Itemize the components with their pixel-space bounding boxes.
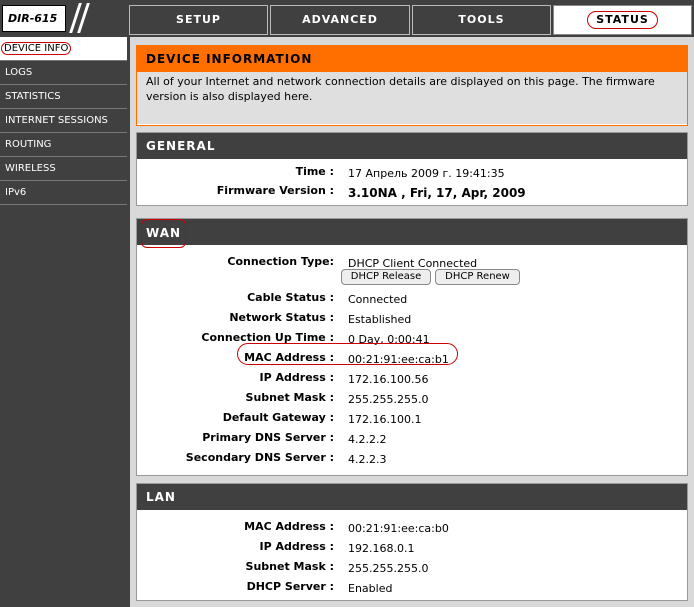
top-bar: DIR-615 SETUP ADVANCED TOOLS STATUS [0, 0, 694, 37]
lan-ip-value: 192.168.0.1 [348, 542, 415, 555]
lan-subnet-value: 255.255.255.0 [348, 562, 429, 575]
general-panel: GENERAL Time : 17 Апрель 2009 г. 19:41:3… [136, 132, 688, 206]
secondary-dns-value: 4.2.2.3 [348, 453, 387, 466]
lan-row: MAC Address : 00:21:91:ee:ca:b0 [137, 520, 689, 540]
primary-dns-value: 4.2.2.2 [348, 433, 387, 446]
lan-row: Subnet Mask : 255.255.255.0 [137, 560, 689, 580]
sidebar-item-label: DEVICE INFO [1, 42, 72, 55]
lan-mac-label: MAC Address : [244, 520, 334, 533]
sidebar-item-logs[interactable]: LOGS [0, 61, 127, 85]
firmware-value: 3.10NA , Fri, 17, Apr, 2009 [348, 186, 526, 200]
sidebar-item-device-info[interactable]: DEVICE INFO [0, 37, 127, 61]
mac-address-highlight [237, 343, 458, 365]
wan-ip-label: IP Address : [259, 371, 334, 384]
lan-row: IP Address : 192.168.0.1 [137, 540, 689, 560]
connection-type-row: Connection Type: DHCP Client Connected D… [137, 255, 689, 285]
wan-row: Subnet Mask : 255.255.255.0 [137, 391, 689, 411]
wan-row: Network Status : Established [137, 311, 689, 331]
default-gateway-label: Default Gateway : [222, 411, 334, 424]
network-status-label: Network Status : [229, 311, 334, 324]
sidebar: DEVICE INFO LOGS STATISTICS INTERNET SES… [0, 37, 130, 607]
tab-advanced[interactable]: ADVANCED [270, 5, 410, 35]
time-value: 17 Апрель 2009 г. 19:41:35 [348, 167, 505, 180]
page-title: DEVICE INFORMATION [137, 46, 687, 72]
wan-row: Cable Status : Connected [137, 291, 689, 311]
primary-dns-label: Primary DNS Server : [202, 431, 334, 444]
sidebar-item-routing[interactable]: ROUTING [0, 133, 127, 157]
device-information-panel: DEVICE INFORMATION All of your Internet … [136, 45, 688, 126]
dhcp-release-button[interactable]: DHCP Release [341, 269, 431, 285]
sidebar-item-wireless[interactable]: WIRELESS [0, 157, 127, 181]
time-label: Time : [295, 165, 334, 178]
wan-subnet-label: Subnet Mask : [245, 391, 334, 404]
tab-setup[interactable]: SETUP [129, 5, 268, 35]
lan-panel: LAN MAC Address : 00:21:91:ee:ca:b0 IP A… [136, 483, 688, 601]
tab-status-label: STATUS [587, 11, 658, 29]
dhcp-server-label: DHCP Server : [246, 580, 334, 593]
lan-ip-label: IP Address : [259, 540, 334, 553]
sidebar-item-statistics[interactable]: STATISTICS [0, 85, 127, 109]
lan-mac-value: 00:21:91:ee:ca:b0 [348, 522, 449, 535]
sidebar-item-internet-sessions[interactable]: INTERNET SESSIONS [0, 109, 127, 133]
secondary-dns-label: Secondary DNS Server : [185, 451, 334, 464]
wan-subnet-value: 255.255.255.0 [348, 393, 429, 406]
tab-tools[interactable]: TOOLS [412, 5, 551, 35]
wan-row: IP Address : 172.16.100.56 [137, 371, 689, 391]
firmware-row: Firmware Version : 3.10NA , Fri, 17, Apr… [137, 184, 689, 204]
wan-row: Secondary DNS Server : 4.2.2.3 [137, 451, 689, 471]
wan-heading: WAN [137, 219, 687, 248]
firmware-label: Firmware Version : [216, 184, 334, 197]
dhcp-server-value: Enabled [348, 582, 393, 595]
wan-title: WAN [141, 219, 187, 248]
lan-heading: LAN [137, 484, 687, 510]
sidebar-item-ipv6[interactable]: IPv6 [0, 181, 127, 205]
dhcp-renew-button[interactable]: DHCP Renew [435, 269, 520, 285]
cable-status-value: Connected [348, 293, 408, 306]
network-status-value: Established [348, 313, 412, 326]
lan-row: DHCP Server : Enabled [137, 580, 689, 600]
tab-status[interactable]: STATUS [553, 5, 692, 35]
time-row: Time : 17 Апрель 2009 г. 19:41:35 [137, 165, 689, 185]
default-gateway-value: 172.16.100.1 [348, 413, 422, 426]
main-content: DEVICE INFORMATION All of your Internet … [130, 37, 694, 607]
lan-subnet-label: Subnet Mask : [245, 560, 334, 573]
model-logo: DIR-615 [2, 5, 66, 32]
page-description: All of your Internet and network connect… [137, 72, 687, 124]
wan-ip-value: 172.16.100.56 [348, 373, 429, 386]
general-heading: GENERAL [137, 133, 687, 159]
wan-row: Default Gateway : 172.16.100.1 [137, 411, 689, 431]
cable-status-label: Cable Status : [247, 291, 334, 304]
connection-type-label: Connection Type: [227, 255, 334, 268]
wan-row: Primary DNS Server : 4.2.2.2 [137, 431, 689, 451]
